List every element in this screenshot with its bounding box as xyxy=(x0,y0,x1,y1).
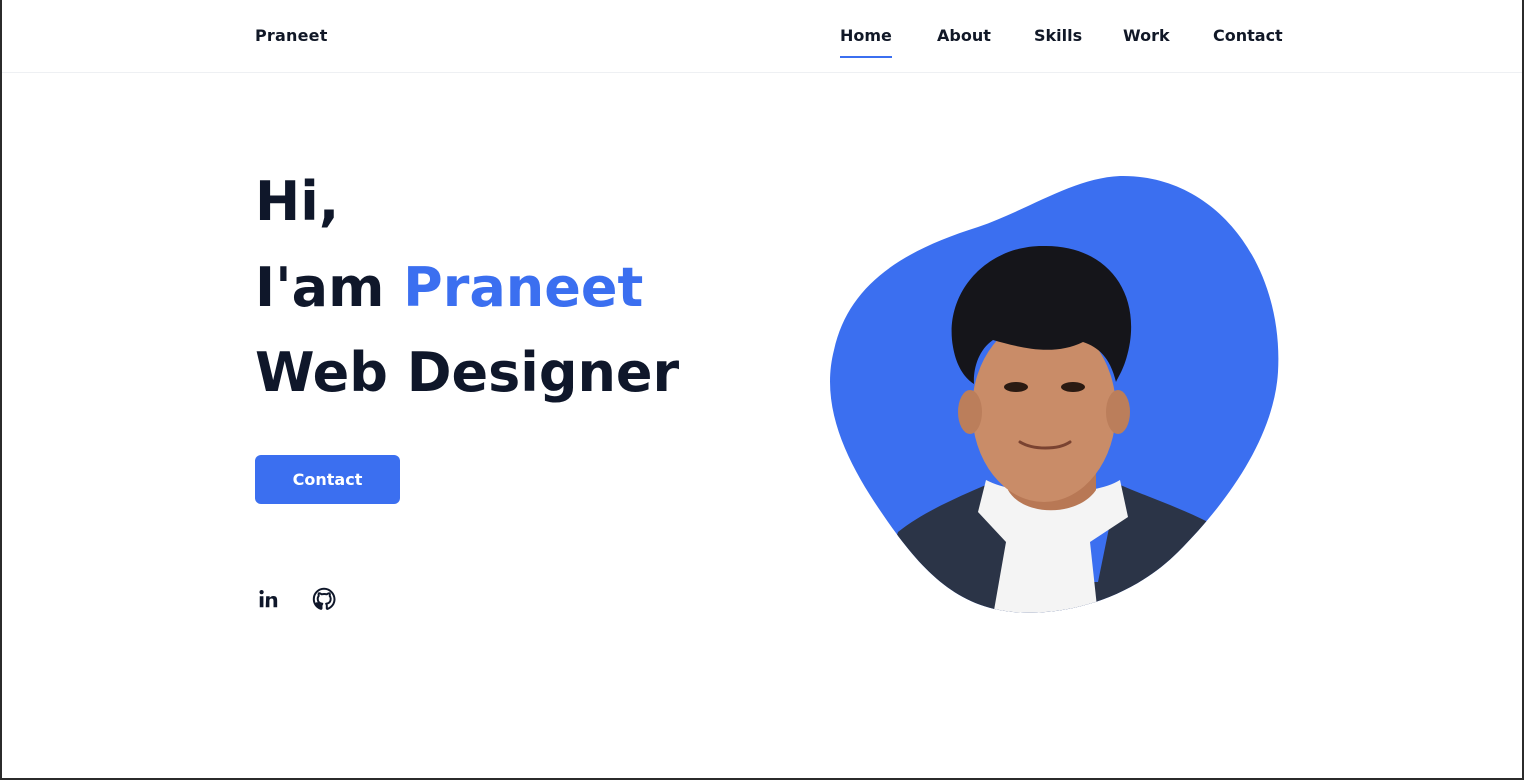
profile-image xyxy=(828,172,1284,616)
main-nav: Home About Skills Work Contact xyxy=(2,26,1522,60)
nav-about[interactable]: About xyxy=(937,26,991,45)
nav-skills[interactable]: Skills xyxy=(1034,26,1082,45)
hero-intro: I'am Praneet xyxy=(255,258,643,318)
nav-contact[interactable]: Contact xyxy=(1213,26,1283,45)
nav-home[interactable]: Home xyxy=(840,26,892,58)
linkedin-icon[interactable] xyxy=(255,586,281,612)
github-icon[interactable] xyxy=(311,586,337,612)
hero-role: Web Designer xyxy=(255,341,680,404)
contact-button[interactable]: Contact xyxy=(255,455,400,504)
hero-name: Praneet xyxy=(403,256,644,319)
hero-intro-prefix: I'am xyxy=(255,256,404,319)
hero-greeting: Hi, xyxy=(255,170,340,233)
nav-work[interactable]: Work xyxy=(1123,26,1170,45)
site-header: Praneet Home About Skills Work Contact xyxy=(2,0,1522,73)
